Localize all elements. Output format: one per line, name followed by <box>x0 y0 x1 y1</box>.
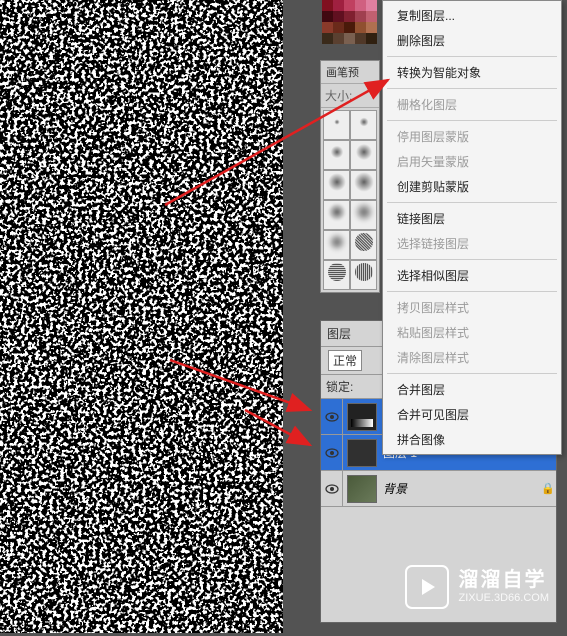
menu-item: 选择链接图层 <box>383 231 561 256</box>
brush-preset[interactable] <box>323 260 350 290</box>
brush-preset[interactable] <box>323 110 350 140</box>
brush-preset[interactable] <box>350 200 377 230</box>
menu-separator <box>387 120 557 121</box>
noise-pattern <box>0 0 283 633</box>
brush-preset[interactable] <box>350 170 377 200</box>
brush-presets-panel[interactable]: 画笔预 大小: <box>320 60 380 293</box>
brush-preset[interactable] <box>350 260 377 290</box>
brush-preset[interactable] <box>323 170 350 200</box>
menu-item[interactable]: 转换为智能对象 <box>383 60 561 85</box>
visibility-toggle[interactable] <box>321 435 343 471</box>
brush-size-label: 大小: <box>325 87 352 104</box>
menu-item[interactable]: 拼合图像 <box>383 427 561 452</box>
watermark-logo <box>405 565 449 609</box>
watermark-url: ZIXUE.3D66.COM <box>459 592 549 605</box>
brush-preset[interactable] <box>323 230 350 260</box>
watermark: 溜溜自学 ZIXUE.3D66.COM <box>405 565 549 609</box>
watermark-title: 溜溜自学 <box>459 568 549 592</box>
menu-item: 粘贴图层样式 <box>383 320 561 345</box>
menu-item[interactable]: 合并可见图层 <box>383 402 561 427</box>
menu-separator <box>387 56 557 57</box>
menu-item[interactable]: 创建剪贴蒙版 <box>383 174 561 199</box>
menu-item: 清除图层样式 <box>383 345 561 370</box>
menu-item: 拷贝图层样式 <box>383 295 561 320</box>
menu-item[interactable]: 选择相似图层 <box>383 263 561 288</box>
blend-mode-select[interactable]: 正常 <box>328 350 362 371</box>
menu-item[interactable]: 复制图层... <box>383 3 561 28</box>
visibility-toggle[interactable] <box>321 399 343 435</box>
layer-name[interactable]: 背景 <box>381 480 540 497</box>
lock-icon: 🔒 <box>540 482 556 495</box>
menu-item: 启用矢量蒙版 <box>383 149 561 174</box>
menu-item[interactable]: 合并图层 <box>383 377 561 402</box>
brush-preset[interactable] <box>323 200 350 230</box>
layer-thumb <box>347 475 377 503</box>
swatches-panel[interactable] <box>322 0 380 47</box>
layer-context-menu[interactable]: 复制图层...删除图层转换为智能对象栅格化图层停用图层蒙版启用矢量蒙版创建剪贴蒙… <box>382 0 562 455</box>
visibility-toggle[interactable] <box>321 471 343 507</box>
adjustment-thumb <box>347 403 377 431</box>
menu-item: 停用图层蒙版 <box>383 124 561 149</box>
brush-grid <box>321 108 379 292</box>
document-canvas[interactable] <box>0 0 283 633</box>
menu-separator <box>387 259 557 260</box>
menu-separator <box>387 291 557 292</box>
menu-separator <box>387 373 557 374</box>
menu-item[interactable]: 删除图层 <box>383 28 561 53</box>
brush-preset[interactable] <box>350 110 377 140</box>
brush-preset[interactable] <box>350 140 377 170</box>
layer-thumb <box>347 439 377 467</box>
brush-tab[interactable]: 画笔预 <box>321 61 379 84</box>
brush-preset[interactable] <box>350 230 377 260</box>
layer-row-background[interactable]: 背景 🔒 <box>321 471 556 507</box>
menu-item: 栅格化图层 <box>383 92 561 117</box>
menu-separator <box>387 88 557 89</box>
menu-separator <box>387 202 557 203</box>
brush-preset[interactable] <box>323 140 350 170</box>
menu-item[interactable]: 链接图层 <box>383 206 561 231</box>
